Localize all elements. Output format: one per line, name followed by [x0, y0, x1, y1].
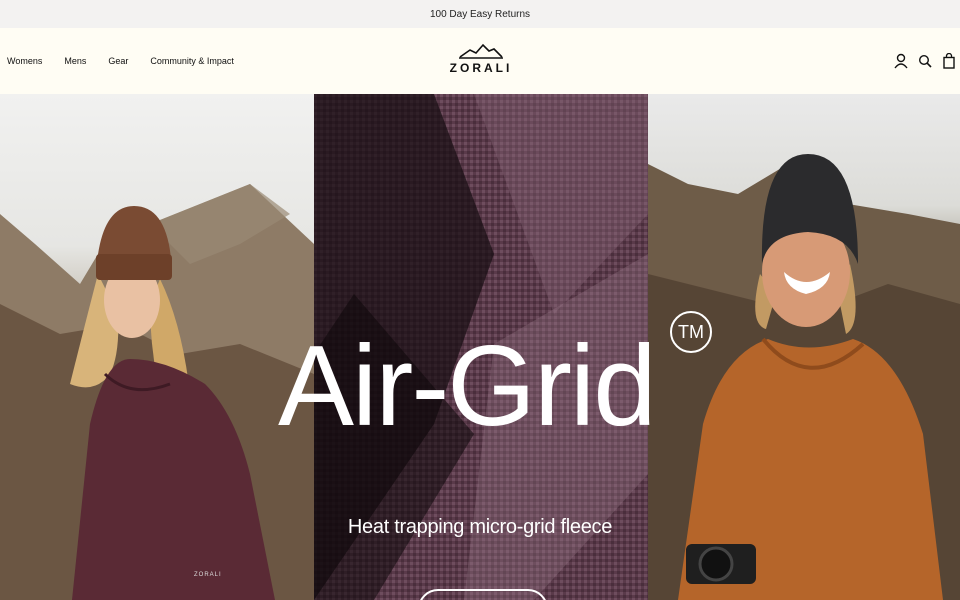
trademark-badge: TM	[670, 311, 712, 353]
hero-cta-button[interactable]	[418, 589, 548, 600]
hero-image-womens: ZORALI	[0, 94, 314, 600]
nav-item-womens[interactable]: Womens	[7, 56, 42, 66]
site-header: Womens Mens Gear Community & Impact ZORA…	[0, 28, 960, 95]
nav-item-community-impact[interactable]: Community & Impact	[150, 56, 234, 66]
hoodie-brand-label: ZORALI	[194, 572, 222, 578]
account-icon[interactable]	[894, 53, 908, 69]
search-icon[interactable]	[918, 53, 932, 69]
nav-item-gear[interactable]: Gear	[108, 56, 128, 66]
announcement-bar: 100 Day Easy Returns	[0, 0, 960, 28]
hero-banner: ZORALI Air-Grid TM Heat trapping micro-g…	[0, 94, 960, 600]
announcement-text: 100 Day Easy Returns	[429, 8, 531, 20]
brand-logo[interactable]: ZORALI	[450, 42, 512, 82]
mountain-logo-icon	[459, 43, 503, 59]
hero-headline: Air-Grid	[278, 323, 657, 450]
header-icons	[894, 28, 956, 94]
nav-item-mens[interactable]: Mens	[64, 56, 86, 66]
cart-icon[interactable]	[942, 53, 956, 69]
hero-subheadline: Heat trapping micro-grid fleece	[347, 516, 613, 538]
brand-wordmark: ZORALI	[449, 61, 513, 75]
main-nav: Womens Mens Gear Community & Impact	[7, 28, 234, 94]
